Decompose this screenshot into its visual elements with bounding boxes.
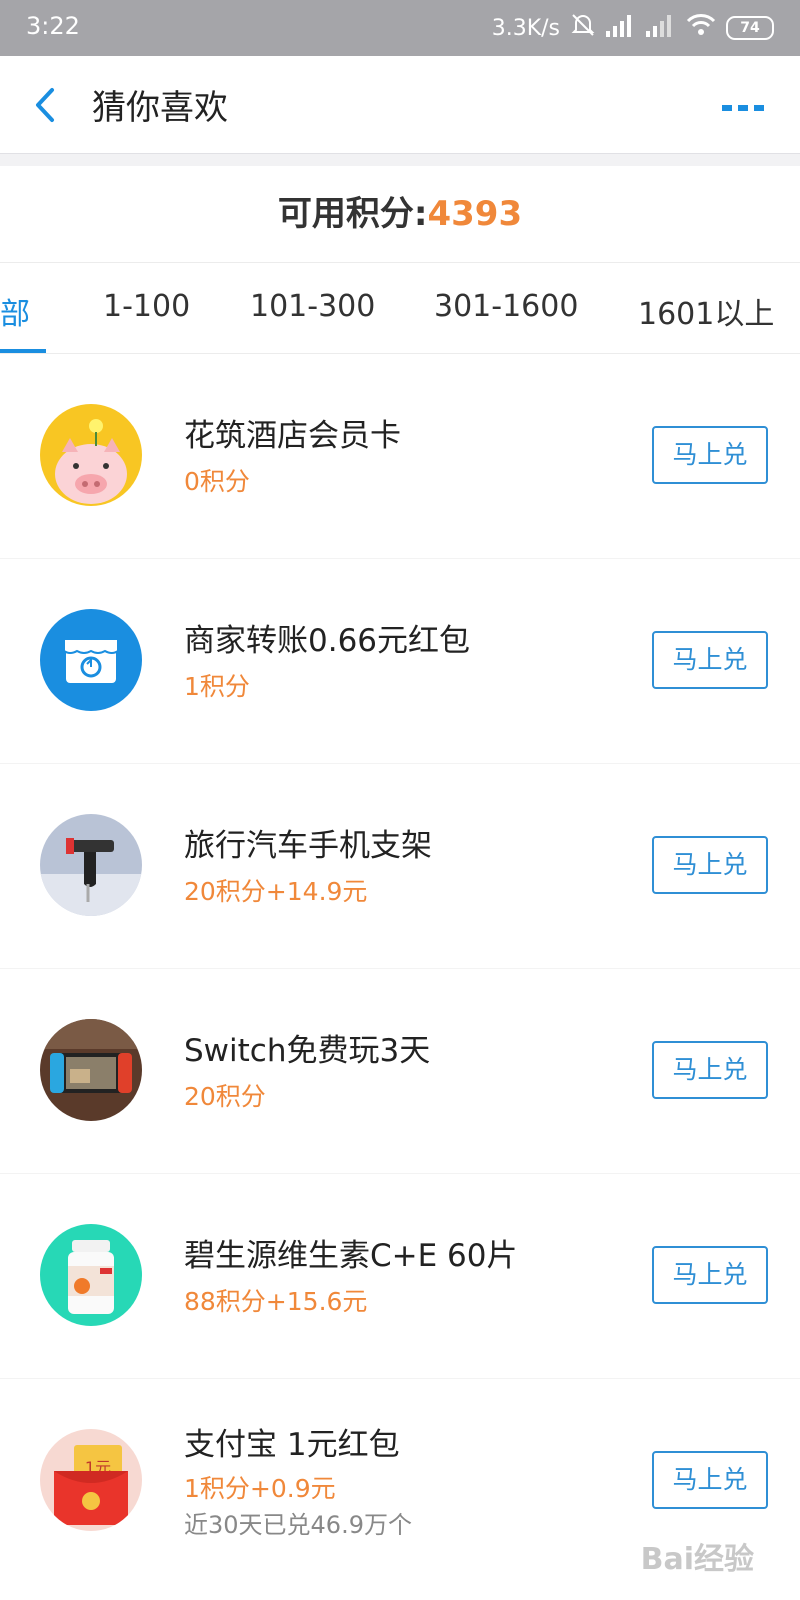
list-item[interactable]: 旅行汽车手机支架 20积分+14.9元 马上兑 [0,764,800,969]
item-name: 支付宝 1元红包 [184,1427,400,1463]
list-item[interactable]: Switch免费玩3天 20积分 马上兑 [0,969,800,1174]
watermark: Bai经验 [640,1542,754,1577]
more-button[interactable] [722,100,766,114]
redeem-button[interactable]: 马上兑 [652,631,768,689]
tab-301-1600[interactable]: 301-1600 [434,289,578,324]
red-envelope-icon: 1元 [40,1429,142,1531]
pig-icon [40,404,142,506]
item-price: 20积分+14.9元 [184,877,368,906]
product-list: 花筑酒店会员卡 0积分 马上兑 商家转账0.66元红包 1积分 马上兑 旅行汽车… [0,354,800,1583]
section-divider [0,154,800,166]
item-price: 88积分+15.6元 [184,1287,368,1316]
item-price: 0积分 [184,467,250,496]
tab-1-100[interactable]: 1-100 [103,289,190,324]
battery-icon: 74 [726,16,774,40]
redeem-button[interactable]: 马上兑 [652,426,768,484]
list-item[interactable]: 商家转账0.66元红包 1积分 马上兑 [0,559,800,764]
tab-all[interactable]: 部 [0,289,30,333]
signal-2-icon [646,13,676,43]
item-name: 商家转账0.66元红包 [184,623,471,659]
chevron-left-icon [36,88,54,122]
signal-icon [606,13,636,43]
redeem-button[interactable]: 马上兑 [652,1246,768,1304]
wifi-icon [686,13,716,43]
network-speed: 3.3K/s [491,15,560,41]
tab-1601-plus[interactable]: 1601以上 [638,289,774,333]
store-icon [40,609,142,711]
redeem-button[interactable]: 马上兑 [652,1451,768,1509]
nav-bar: 猜你喜欢 [0,56,800,154]
item-name: 旅行汽车手机支架 [184,828,432,864]
item-name: 花筑酒店会员卡 [184,418,401,454]
list-item[interactable]: 碧生源维生素C+E 60片 88积分+15.6元 马上兑 [0,1174,800,1379]
redeem-button[interactable]: 马上兑 [652,836,768,894]
item-sales-count: 近30天已兑46.9万个 [184,1511,412,1539]
game-console-icon [40,1019,142,1121]
tab-101-300[interactable]: 101-300 [250,289,375,324]
status-icons: 3.3K/s 74 [492,12,774,44]
status-time: 3:22 [26,12,80,40]
points-value: 4393 [427,194,523,234]
item-name: Switch免费玩3天 [184,1033,431,1069]
redeem-button[interactable]: 马上兑 [652,1041,768,1099]
points-summary: 可用积分:4393 [0,166,800,263]
page-title: 猜你喜欢 [92,88,228,128]
list-item[interactable]: 花筑酒店会员卡 0积分 马上兑 [0,354,800,559]
back-button[interactable] [26,80,66,130]
item-price: 20积分 [184,1082,266,1111]
tab-indicator [0,349,46,353]
mute-icon [570,12,596,44]
status-bar: 3:22 3.3K/s 74 [0,0,800,56]
phone-holder-icon [40,814,142,916]
item-price: 1积分 [184,672,250,701]
vitamin-bottle-icon [40,1224,142,1326]
points-label: 可用积分: [277,194,428,234]
more-icon [722,105,764,111]
price-range-tabs: 部 1-100 101-300 301-1600 1601以上 [0,263,800,354]
item-name: 碧生源维生素C+E 60片 [184,1238,518,1274]
item-price: 1积分+0.9元 [184,1474,336,1503]
